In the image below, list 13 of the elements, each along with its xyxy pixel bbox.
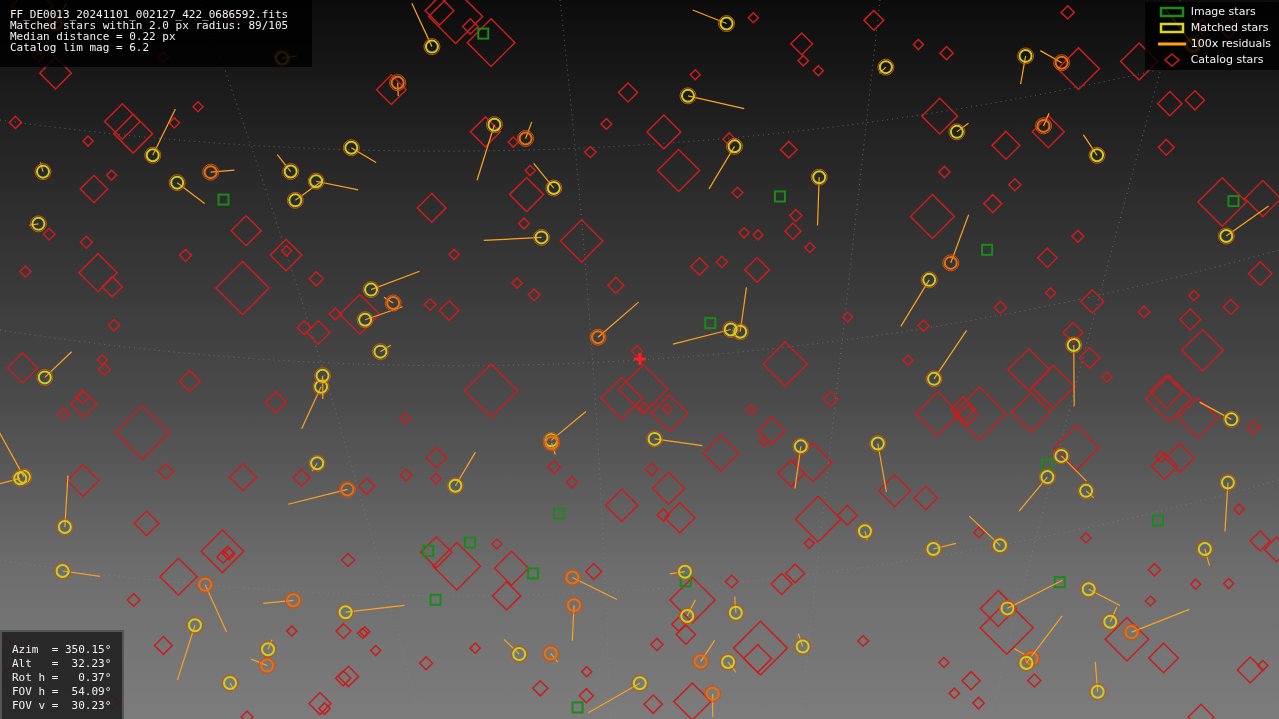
pointing-text: Azim = 350.15° <box>12 643 113 657</box>
info-text: FF_DE0013_20241101_002127_422_0686592.fits <box>10 9 290 20</box>
legend-label: Catalog stars <box>1190 53 1264 67</box>
pointing-text: FOV h = 54.09° <box>12 685 113 699</box>
info-text: Median distance = 0.22 px <box>10 31 176 42</box>
pointing-text: FOV v = 30.23° <box>12 699 113 713</box>
legend-label: Matched stars <box>1190 21 1269 35</box>
legend-label: Image stars <box>1190 5 1256 19</box>
pointing-text: Alt = 32.23° <box>12 657 113 671</box>
legend-label: 100x residuals <box>1190 37 1271 51</box>
info-text: Matched stars within 2.0 px radius: 89/105 <box>10 20 290 31</box>
pointing-text: Rot h = 0.37° <box>12 671 113 685</box>
info-text: Catalog lim mag = 6.2 <box>10 42 151 53</box>
